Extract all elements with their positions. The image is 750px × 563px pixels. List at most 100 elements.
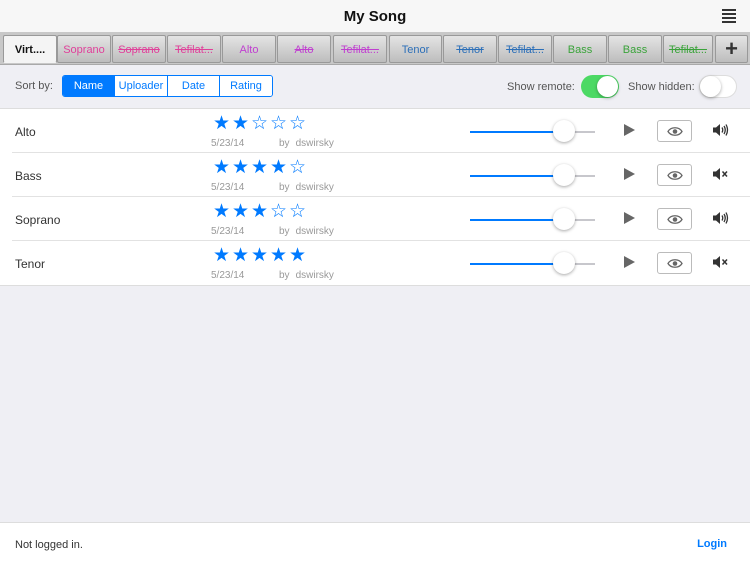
visibility-button[interactable] bbox=[657, 164, 692, 186]
volume-slider[interactable] bbox=[470, 120, 595, 142]
sort-label: Sort by: bbox=[15, 80, 53, 92]
uploader: by dswirsky bbox=[279, 226, 334, 237]
slider-thumb[interactable] bbox=[553, 208, 575, 230]
uploader: by dswirsky bbox=[279, 182, 334, 193]
controls-bar: Sort by: Name Uploader Date Rating Show rem… bbox=[0, 65, 750, 108]
tab-8[interactable]: Tenor bbox=[443, 35, 497, 63]
star-filled-icon[interactable]: ★ bbox=[251, 201, 270, 223]
track-name: Bass bbox=[15, 169, 42, 183]
track-name: Soprano bbox=[15, 213, 61, 227]
tab-6[interactable]: Tefilat... bbox=[333, 35, 387, 63]
sort-option-rating[interactable]: Rating bbox=[220, 76, 272, 96]
star-filled-icon[interactable]: ★ bbox=[251, 245, 270, 267]
tab-label: Bass bbox=[622, 44, 648, 56]
star-filled-icon[interactable]: ★ bbox=[232, 245, 251, 267]
sort-option-name[interactable]: Name bbox=[63, 76, 115, 96]
slider-thumb[interactable] bbox=[553, 120, 575, 142]
play-icon[interactable] bbox=[624, 168, 635, 180]
volume-slider[interactable] bbox=[470, 164, 595, 186]
track-name: Tenor bbox=[15, 257, 46, 271]
show-remote-switch[interactable] bbox=[581, 75, 619, 98]
star-filled-icon[interactable]: ★ bbox=[270, 157, 289, 179]
star-filled-icon[interactable]: ★ bbox=[251, 157, 270, 179]
visibility-button[interactable] bbox=[657, 120, 692, 142]
tab-bar: Tefilat... Bass Bass Tefilat... Tenor Tenor Te… bbox=[0, 33, 750, 65]
list-menu-icon[interactable] bbox=[722, 9, 736, 23]
tab-label: Virt.... bbox=[14, 44, 46, 56]
play-icon[interactable] bbox=[624, 256, 635, 268]
by-label: by bbox=[279, 138, 290, 149]
play-icon[interactable] bbox=[624, 212, 635, 224]
tab-label: Tenor bbox=[456, 44, 484, 56]
star-empty-icon[interactable]: ☆ bbox=[251, 113, 270, 135]
star-filled-icon[interactable]: ★ bbox=[213, 157, 232, 179]
uploader: by dswirsky bbox=[279, 138, 334, 149]
sort-segmented-control: Name Uploader Date Rating bbox=[62, 75, 273, 97]
show-remote-label: Show remote: bbox=[507, 81, 575, 93]
add-tab-button[interactable]: + bbox=[715, 35, 748, 63]
uploader: by dswirsky bbox=[279, 270, 334, 281]
uploader-name: dswirsky bbox=[295, 270, 334, 281]
star-filled-icon[interactable]: ★ bbox=[232, 157, 251, 179]
tab-label: Bass bbox=[567, 44, 593, 56]
star-empty-icon[interactable]: ☆ bbox=[289, 113, 308, 135]
slider-fill bbox=[470, 131, 564, 133]
rating-stars: ★★☆☆☆ bbox=[213, 113, 308, 135]
show-hidden-label: Show hidden: bbox=[628, 81, 695, 93]
sort-option-uploader[interactable]: Uploader bbox=[115, 76, 168, 96]
slider-fill bbox=[470, 263, 564, 265]
star-empty-icon[interactable]: ☆ bbox=[289, 201, 308, 223]
tab-4[interactable]: Alto bbox=[222, 35, 276, 63]
tab-1[interactable]: Soprano bbox=[57, 35, 111, 63]
star-filled-icon[interactable]: ★ bbox=[270, 245, 289, 267]
tab-0[interactable]: Virt.... bbox=[3, 35, 57, 63]
tab-10[interactable]: Bass bbox=[553, 35, 607, 63]
tab-7[interactable]: Tenor bbox=[389, 35, 442, 63]
tab-label: Tenor bbox=[401, 44, 430, 56]
star-filled-icon[interactable]: ★ bbox=[232, 113, 251, 135]
login-link[interactable]: Login bbox=[697, 538, 727, 550]
slider-thumb[interactable] bbox=[553, 164, 575, 186]
volume-slider[interactable] bbox=[470, 208, 595, 230]
tab-12[interactable]: Tefilat... bbox=[663, 35, 713, 63]
star-filled-icon[interactable]: ★ bbox=[232, 201, 251, 223]
tab-2[interactable]: Soprano bbox=[112, 35, 166, 63]
tab-9[interactable]: Tefilat... bbox=[498, 35, 552, 63]
sort-option-date[interactable]: Date bbox=[168, 76, 220, 96]
tab-label: Soprano bbox=[63, 44, 105, 56]
rating-stars: ★★★☆☆ bbox=[213, 201, 308, 223]
star-filled-icon[interactable]: ★ bbox=[213, 201, 232, 223]
track-row: Tenor ★★★★★ 5/23/14 by dswirsky bbox=[12, 241, 750, 285]
star-empty-icon[interactable]: ☆ bbox=[270, 113, 289, 135]
slider-thumb[interactable] bbox=[553, 252, 575, 274]
uploader-name: dswirsky bbox=[295, 226, 334, 237]
visibility-button[interactable] bbox=[657, 252, 692, 274]
upload-date: 5/23/14 bbox=[211, 182, 245, 193]
app-header: My Song bbox=[0, 0, 750, 33]
uploader-name: dswirsky bbox=[295, 182, 334, 193]
slider-fill bbox=[470, 175, 564, 177]
upload-date: 5/23/14 bbox=[211, 226, 245, 237]
visibility-button[interactable] bbox=[657, 208, 692, 230]
play-icon[interactable] bbox=[624, 124, 635, 136]
rating-stars: ★★★★☆ bbox=[213, 157, 308, 179]
star-empty-icon[interactable]: ☆ bbox=[289, 157, 308, 179]
star-filled-icon[interactable]: ★ bbox=[213, 113, 232, 135]
star-filled-icon[interactable]: ★ bbox=[289, 245, 308, 267]
star-filled-icon[interactable]: ★ bbox=[213, 245, 232, 267]
by-label: by bbox=[279, 226, 290, 237]
volume-slider[interactable] bbox=[470, 252, 595, 274]
tab-label: Soprano bbox=[118, 44, 160, 56]
login-status: Not logged in. bbox=[15, 539, 83, 551]
speaker-icon[interactable] bbox=[712, 123, 729, 142]
star-empty-icon[interactable]: ☆ bbox=[270, 201, 289, 223]
tab-3[interactable]: Tefilat... bbox=[167, 35, 221, 63]
show-hidden-switch[interactable] bbox=[699, 75, 737, 98]
speaker-icon[interactable] bbox=[712, 211, 729, 230]
tab-label: Tefilat... bbox=[175, 44, 213, 56]
tab-5[interactable]: Alto bbox=[277, 35, 331, 63]
tab-11[interactable]: Bass bbox=[608, 35, 662, 63]
rating-stars: ★★★★★ bbox=[213, 245, 308, 267]
speaker-muted-icon[interactable] bbox=[712, 167, 729, 186]
speaker-muted-icon[interactable] bbox=[712, 255, 729, 274]
